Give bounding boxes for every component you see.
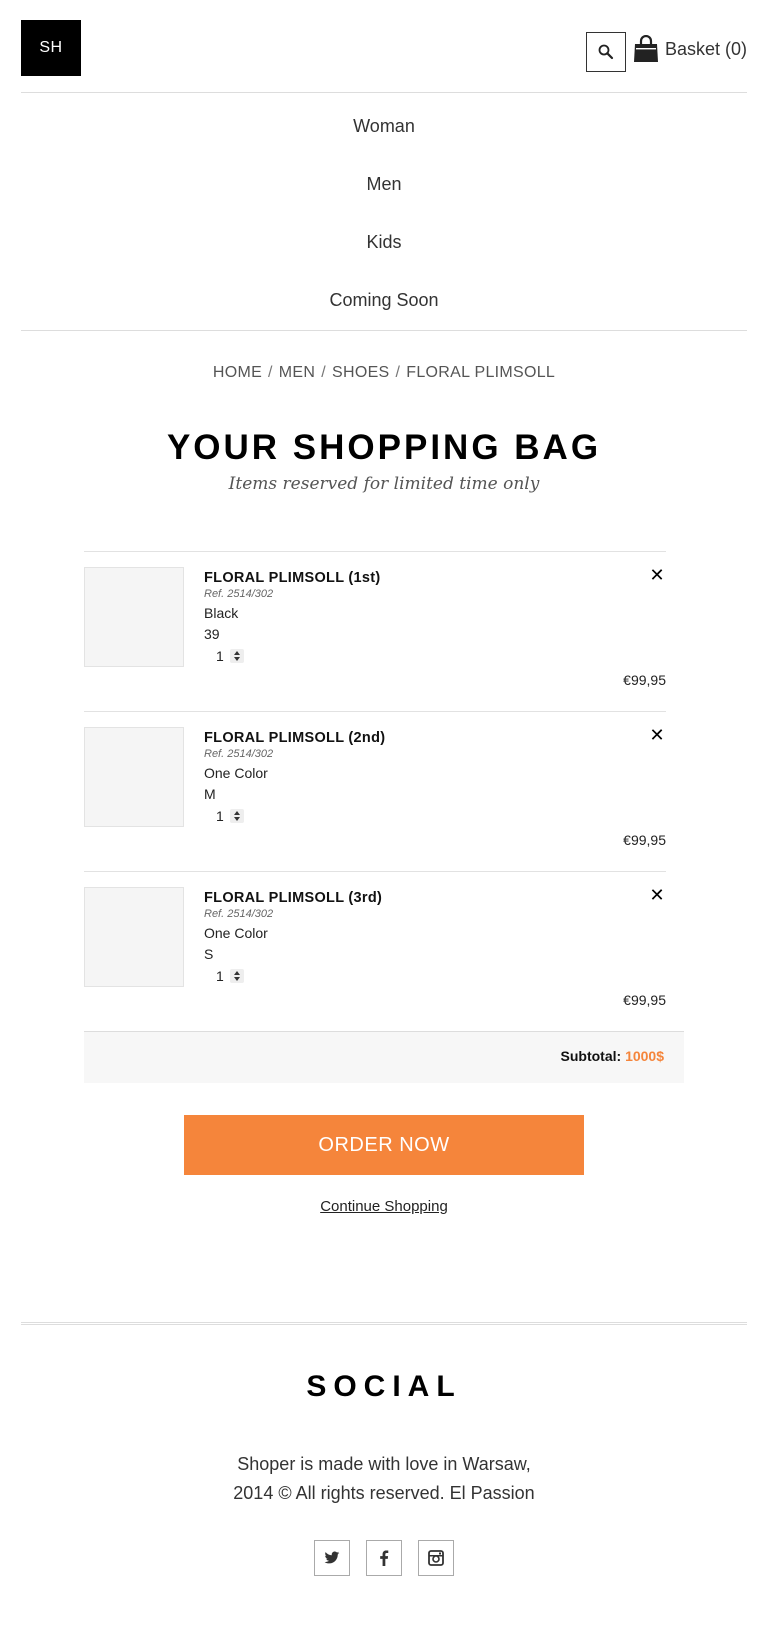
social-title: SOCIAL bbox=[306, 1370, 462, 1403]
subtotal: Subtotal: 1000$ bbox=[561, 1048, 664, 1064]
shopping-bag-icon bbox=[633, 35, 658, 62]
cart-item: FLORAL PLIMSOLL (3rd) Ref. 2514/302 One … bbox=[84, 871, 666, 1031]
social-links bbox=[0, 1540, 768, 1576]
product-name[interactable]: FLORAL PLIMSOLL (3rd) bbox=[204, 890, 382, 906]
order-now-button[interactable]: ORDER NOW bbox=[184, 1115, 584, 1175]
header-divider bbox=[21, 92, 747, 93]
breadcrumb-separator: / bbox=[395, 364, 401, 381]
footer-text: Shoper is made with love in Warsaw, 2014… bbox=[0, 1450, 768, 1508]
breadcrumb-shoes[interactable]: SHOES bbox=[332, 364, 390, 381]
facebook-icon bbox=[380, 1550, 389, 1566]
product-color: Black bbox=[204, 605, 239, 621]
nav-divider bbox=[21, 330, 747, 331]
twitter-icon bbox=[324, 1551, 340, 1564]
facebook-button[interactable] bbox=[366, 1540, 402, 1576]
breadcrumb-men[interactable]: MEN bbox=[279, 364, 315, 381]
cart-item: FLORAL PLIMSOLL (1st) Ref. 2514/302 Blac… bbox=[84, 551, 666, 711]
remove-item-button[interactable]: ✕ bbox=[648, 566, 666, 584]
footer-divider bbox=[21, 1322, 747, 1325]
quantity-value: 1 bbox=[216, 968, 224, 984]
footer-text-line: Shoper is made with love in Warsaw, bbox=[237, 1454, 531, 1474]
product-name[interactable]: FLORAL PLIMSOLL (1st) bbox=[204, 570, 381, 586]
logo[interactable]: SH bbox=[21, 20, 81, 76]
page-subtitle: Items reserved for limited time only bbox=[228, 474, 540, 494]
breadcrumb-current[interactable]: FLORAL PLIMSOLL bbox=[406, 364, 555, 381]
product-thumbnail[interactable] bbox=[84, 567, 184, 667]
product-price: €99,95 bbox=[623, 992, 666, 1008]
cart-item: FLORAL PLIMSOLL (2nd) Ref. 2514/302 One … bbox=[84, 711, 666, 871]
quantity-stepper[interactable]: 1 bbox=[216, 648, 244, 664]
quantity-stepper[interactable]: 1 bbox=[216, 968, 244, 984]
subtotal-value: 1000$ bbox=[625, 1048, 664, 1064]
spinner-arrows-icon[interactable] bbox=[229, 649, 244, 663]
product-price: €99,95 bbox=[623, 672, 666, 688]
nav-item-coming-soon[interactable]: Coming Soon bbox=[21, 271, 747, 329]
product-thumbnail[interactable] bbox=[84, 887, 184, 987]
twitter-button[interactable] bbox=[314, 1540, 350, 1576]
subtotal-label: Subtotal: bbox=[560, 1048, 622, 1064]
product-size: S bbox=[204, 946, 214, 962]
instagram-icon bbox=[428, 1550, 444, 1566]
product-ref: Ref. 2514/302 bbox=[204, 588, 274, 600]
quantity-value: 1 bbox=[216, 648, 224, 664]
logo-text: SH bbox=[39, 39, 63, 56]
spinner-arrows-icon[interactable] bbox=[229, 969, 244, 983]
search-button[interactable] bbox=[586, 32, 626, 72]
product-price: €99,95 bbox=[623, 832, 666, 848]
instagram-button[interactable] bbox=[418, 1540, 454, 1576]
nav-item-men[interactable]: Men bbox=[21, 155, 747, 213]
continue-shopping-link[interactable]: Continue Shopping bbox=[0, 1198, 768, 1215]
main-nav: Woman Men Kids Coming Soon bbox=[21, 97, 747, 329]
product-color: One Color bbox=[204, 765, 268, 781]
quantity-value: 1 bbox=[216, 808, 224, 824]
remove-item-button[interactable]: ✕ bbox=[648, 726, 666, 744]
breadcrumb-home[interactable]: HOME bbox=[213, 364, 262, 381]
subtotal-bar: Subtotal: 1000$ bbox=[84, 1031, 684, 1083]
remove-item-button[interactable]: ✕ bbox=[648, 886, 666, 904]
spinner-arrows-icon[interactable] bbox=[229, 809, 244, 823]
basket-label: Basket (0) bbox=[664, 38, 747, 59]
breadcrumb-separator: / bbox=[268, 364, 273, 381]
product-name[interactable]: FLORAL PLIMSOLL (2nd) bbox=[204, 730, 385, 746]
product-color: One Color bbox=[204, 925, 268, 941]
footer-text-line: 2014 © All rights reserved. El Passion bbox=[233, 1483, 535, 1503]
nav-item-kids[interactable]: Kids bbox=[21, 213, 747, 271]
cart-items: FLORAL PLIMSOLL (1st) Ref. 2514/302 Blac… bbox=[84, 551, 666, 1031]
basket-link[interactable]: Basket (0) bbox=[633, 34, 747, 64]
header: SH Basket (0) bbox=[21, 20, 747, 76]
product-size: M bbox=[204, 786, 216, 802]
product-thumbnail[interactable] bbox=[84, 727, 184, 827]
product-size: 39 bbox=[204, 626, 220, 642]
nav-item-woman[interactable]: Woman bbox=[21, 97, 747, 155]
breadcrumb-separator: / bbox=[321, 364, 327, 381]
product-ref: Ref. 2514/302 bbox=[204, 908, 274, 920]
breadcrumb: HOME / MEN / SHOES / FLORAL PLIMSOLL bbox=[0, 364, 768, 382]
page-title: YOUR SHOPPING BAG bbox=[166, 428, 602, 467]
search-icon bbox=[598, 44, 614, 60]
quantity-stepper[interactable]: 1 bbox=[216, 808, 244, 824]
product-ref: Ref. 2514/302 bbox=[204, 748, 274, 760]
